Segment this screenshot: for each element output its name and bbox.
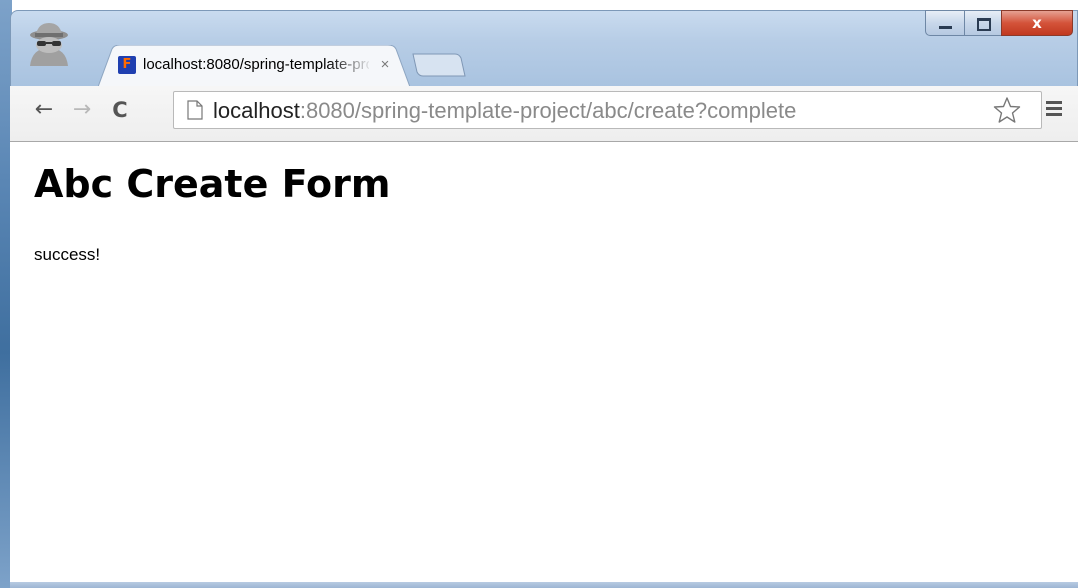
maximize-button[interactable] xyxy=(964,10,1002,36)
address-bar[interactable]: localhost:8080/spring-template-project/a… xyxy=(173,91,1042,129)
menu-icon[interactable] xyxy=(1043,99,1065,121)
reload-button[interactable]: C xyxy=(106,96,134,124)
star-icon[interactable] xyxy=(993,96,1021,124)
url-text[interactable]: localhost:8080/spring-template-project/a… xyxy=(213,98,796,124)
browser-toolbar: ← → C localhost:8080/spring-template-pro… xyxy=(10,86,1078,142)
close-window-button[interactable]: x xyxy=(1001,10,1073,36)
back-button[interactable]: ← xyxy=(30,96,58,124)
tab-close-icon[interactable]: × xyxy=(378,55,392,75)
page-content: Abc Create Form success! xyxy=(10,142,1078,588)
tab-active[interactable]: F localhost:8080/spring-template-project… xyxy=(98,45,410,87)
new-tab-button[interactable] xyxy=(411,52,467,78)
forward-button[interactable]: → xyxy=(68,96,96,124)
url-host: localhost xyxy=(213,98,300,123)
tab-title-fade xyxy=(328,53,373,77)
url-path: :8080/spring-template-project/abc/create… xyxy=(299,98,797,123)
window-controls: x xyxy=(925,10,1075,40)
page-title: Abc Create Form xyxy=(34,162,391,206)
status-message: success! xyxy=(34,245,101,264)
browser-window: F localhost:8080/spring-template-project… xyxy=(0,0,1078,588)
favicon-icon: F xyxy=(118,56,136,74)
page-icon xyxy=(187,100,203,125)
window-bottom-border xyxy=(10,582,1078,588)
incognito-icon xyxy=(22,20,76,68)
minimize-button[interactable] xyxy=(925,10,965,36)
